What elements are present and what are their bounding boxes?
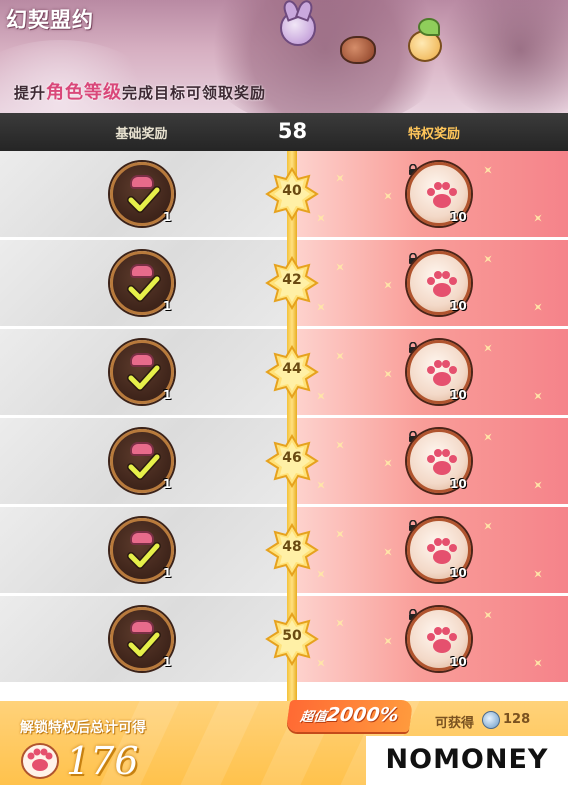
level-node: 42 xyxy=(265,256,319,310)
basic-reward-item[interactable]: 1 xyxy=(110,607,174,671)
basic-reward-qty: 1 xyxy=(163,566,172,580)
paw-icon xyxy=(21,743,59,779)
premium-reward-item[interactable]: 10 xyxy=(407,251,471,315)
level-node: 48 xyxy=(265,523,319,577)
check-icon xyxy=(127,542,161,569)
character-portrait-3 xyxy=(408,18,442,62)
premium-reward-item[interactable]: 10 xyxy=(407,607,471,671)
premium-reward-qty: 10 xyxy=(450,388,467,402)
check-icon xyxy=(127,364,161,391)
premium-reward-qty: 10 xyxy=(450,655,467,669)
basic-reward-qty: 1 xyxy=(163,655,172,669)
level-number: 46 xyxy=(282,450,302,466)
basic-reward-label: 基础奖励 xyxy=(115,127,168,142)
basic-reward-item[interactable]: 1 xyxy=(110,162,174,226)
check-icon xyxy=(127,275,161,302)
page-subtitle: 提升角色等级完成目标可领取奖励 xyxy=(14,82,267,103)
basic-reward-item[interactable]: 1 xyxy=(110,340,174,404)
premium-reward-qty: 10 xyxy=(450,477,467,491)
premium-reward-item[interactable]: 10 xyxy=(407,518,471,582)
crystal-icon xyxy=(482,711,500,729)
check-icon xyxy=(127,453,161,480)
obtain-label: 可获得 xyxy=(435,716,475,731)
character-portrait-1 xyxy=(280,10,316,46)
page-title: 幻契盟约 xyxy=(6,8,94,32)
check-icon xyxy=(127,186,161,213)
basic-reward-qty: 1 xyxy=(163,388,172,402)
total-reward-count: 176 xyxy=(66,739,139,783)
character-portrait-2 xyxy=(340,36,376,64)
watermark-logo: NOMONEY xyxy=(366,736,568,785)
premium-reward-qty: 10 xyxy=(450,566,467,580)
level-number: 50 xyxy=(282,628,302,644)
basic-reward-qty: 1 xyxy=(163,210,172,224)
level-number: 40 xyxy=(282,183,302,199)
premium-reward-label: 特权奖励 xyxy=(407,127,460,142)
event-header: 幻契盟约 提升角色等级完成目标可领取奖励 xyxy=(0,0,568,113)
basic-reward-item[interactable]: 1 xyxy=(110,518,174,582)
level-node: 44 xyxy=(265,345,319,399)
level-node: 50 xyxy=(265,612,319,666)
premium-reward-item[interactable]: 10 xyxy=(407,429,471,493)
reward-column-header: 基础奖励 58 特权奖励 xyxy=(0,113,568,151)
level-node: 46 xyxy=(265,434,319,488)
level-number: 48 xyxy=(282,539,302,555)
premium-reward-item[interactable]: 10 xyxy=(407,340,471,404)
level-number: 44 xyxy=(282,361,302,377)
basic-reward-qty: 1 xyxy=(163,299,172,313)
level-number: 42 xyxy=(282,272,302,288)
premium-reward-qty: 10 xyxy=(450,299,467,313)
basic-reward-item[interactable]: 1 xyxy=(110,429,174,493)
premium-reward-item[interactable]: 10 xyxy=(407,162,471,226)
value-percent: 2000% xyxy=(325,704,401,726)
basic-reward-qty: 1 xyxy=(163,477,172,491)
level-node: 40 xyxy=(265,167,319,221)
obtain-value: 128 xyxy=(503,712,531,727)
premium-reward-qty: 10 xyxy=(450,210,467,224)
subtitle-highlight: 角色等级 xyxy=(46,82,123,103)
unlock-total-label: 解锁特权后总计可得 xyxy=(20,720,146,736)
value-badge: 超值2000% xyxy=(285,700,414,732)
basic-reward-item[interactable]: 1 xyxy=(110,251,174,315)
check-icon xyxy=(127,631,161,658)
